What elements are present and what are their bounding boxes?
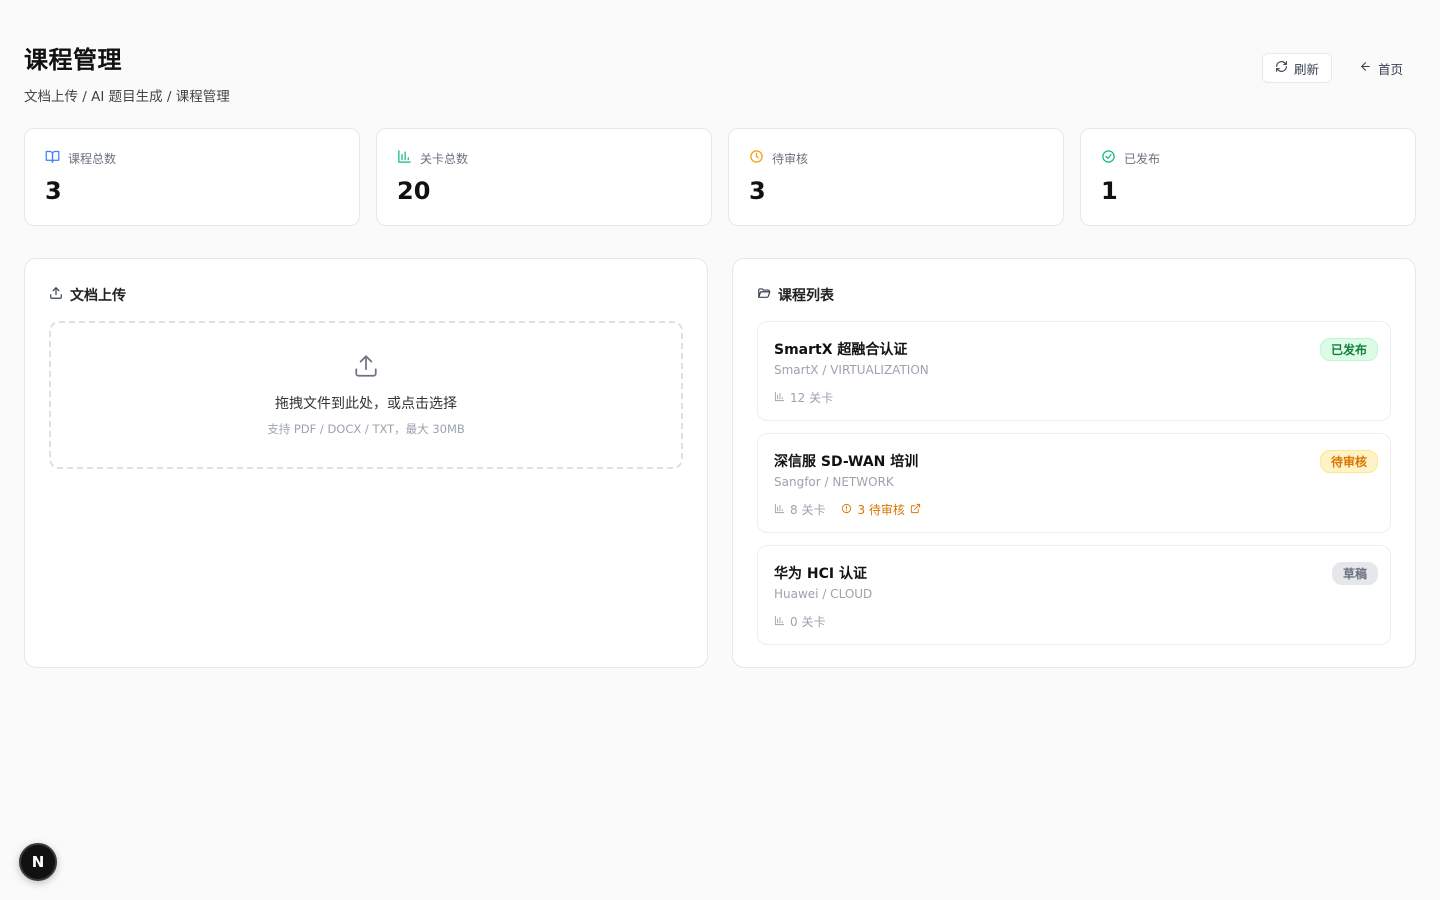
course-list: SmartX 超融合认证 SmartX / VIRTUALIZATION 12 … [757, 321, 1391, 645]
upload-icon [49, 286, 63, 304]
bar-chart-icon [774, 391, 785, 405]
course-card[interactable]: 深信服 SD-WAN 培训 Sangfor / NETWORK 8 关卡 3 待… [757, 433, 1391, 533]
course-card[interactable]: SmartX 超融合认证 SmartX / VIRTUALIZATION 12 … [757, 321, 1391, 421]
stats-row: 课程总数 3 关卡总数 20 待审核 3 已发布 1 [24, 128, 1416, 226]
stat-value: 3 [45, 177, 62, 205]
stat-label: 课程总数 [68, 151, 117, 166]
course-list-panel: 课程列表 SmartX 超融合认证 SmartX / VIRTUALIZATIO… [732, 258, 1416, 668]
page-title: 课程管理 [24, 46, 122, 74]
status-badge: 已发布 [1319, 338, 1378, 361]
arrow-left-icon [1359, 60, 1372, 76]
refresh-button[interactable]: 刷新 [1261, 53, 1332, 83]
home-button[interactable]: 首页 [1346, 53, 1416, 83]
pending-review-label: 3 待审核 [857, 503, 905, 517]
upload-large-icon [353, 353, 379, 383]
stat-label: 待审核 [772, 151, 809, 166]
course-levels: 8 关卡 [774, 501, 825, 518]
upload-title-label: 文档上传 [70, 288, 126, 304]
header-actions: 刷新 首页 [1261, 53, 1416, 83]
stat-label: 已发布 [1124, 151, 1161, 166]
course-levels-label: 12 关卡 [790, 391, 834, 405]
status-badge: 待审核 [1319, 450, 1378, 473]
stat-value: 1 [1101, 177, 1118, 205]
course-name: 华为 HCI 认证 [774, 566, 867, 582]
bar-chart-icon [397, 149, 412, 167]
stat-card-published: 已发布 1 [1080, 128, 1416, 226]
refresh-icon [1275, 60, 1288, 76]
course-name: 深信服 SD-WAN 培训 [774, 454, 919, 470]
course-name: SmartX 超融合认证 [774, 342, 908, 358]
dropzone-text: 拖拽文件到此处，或点击选择 [275, 396, 457, 412]
nextjs-dev-badge[interactable]: N [19, 843, 57, 881]
course-levels: 0 关卡 [774, 613, 825, 630]
course-levels: 12 关卡 [774, 389, 833, 406]
course-list-title: 课程列表 [757, 285, 1391, 305]
external-link-icon [910, 503, 921, 517]
course-card[interactable]: 华为 HCI 认证 Huawei / CLOUD 0 关卡 草稿 [757, 545, 1391, 645]
course-levels-label: 0 关卡 [790, 615, 826, 629]
clock-icon [749, 149, 764, 167]
page-header: 课程管理 文档上传 / AI 题目生成 / 课程管理 刷新 首页 [24, 40, 1416, 105]
course-list-title-label: 课程列表 [778, 288, 834, 304]
dropzone-hint: 支持 PDF / DOCX / TXT，最大 30MB [267, 422, 465, 436]
status-badge: 草稿 [1331, 562, 1378, 585]
course-org: SmartX / VIRTUALIZATION [774, 363, 929, 377]
course-org: Huawei / CLOUD [774, 587, 873, 601]
file-dropzone[interactable]: 拖拽文件到此处，或点击选择 支持 PDF / DOCX / TXT，最大 30M… [49, 321, 683, 469]
stat-card-courses: 课程总数 3 [24, 128, 360, 226]
upload-panel-title: 文档上传 [49, 285, 683, 305]
breadcrumb: 文档上传 / AI 题目生成 / 课程管理 [24, 89, 230, 105]
stat-value: 3 [749, 177, 766, 205]
pending-review-link[interactable]: 3 待审核 [841, 501, 920, 518]
stat-card-pending: 待审核 3 [728, 128, 1064, 226]
book-open-icon [45, 149, 60, 167]
upload-panel: 文档上传 拖拽文件到此处，或点击选择 支持 PDF / DOCX / TXT，最… [24, 258, 708, 668]
stat-value: 20 [397, 177, 431, 205]
stat-card-levels: 关卡总数 20 [376, 128, 712, 226]
course-org: Sangfor / NETWORK [774, 475, 894, 489]
check-circle-icon [1101, 149, 1116, 167]
nextjs-logo-icon: N [31, 853, 45, 871]
stat-label: 关卡总数 [420, 151, 469, 166]
course-levels-label: 8 关卡 [790, 503, 826, 517]
bar-chart-icon [774, 503, 785, 517]
folder-open-icon [757, 286, 771, 304]
home-label: 首页 [1377, 61, 1403, 77]
bar-chart-icon [774, 615, 785, 629]
alert-circle-icon [841, 503, 852, 517]
refresh-label: 刷新 [1293, 61, 1319, 77]
